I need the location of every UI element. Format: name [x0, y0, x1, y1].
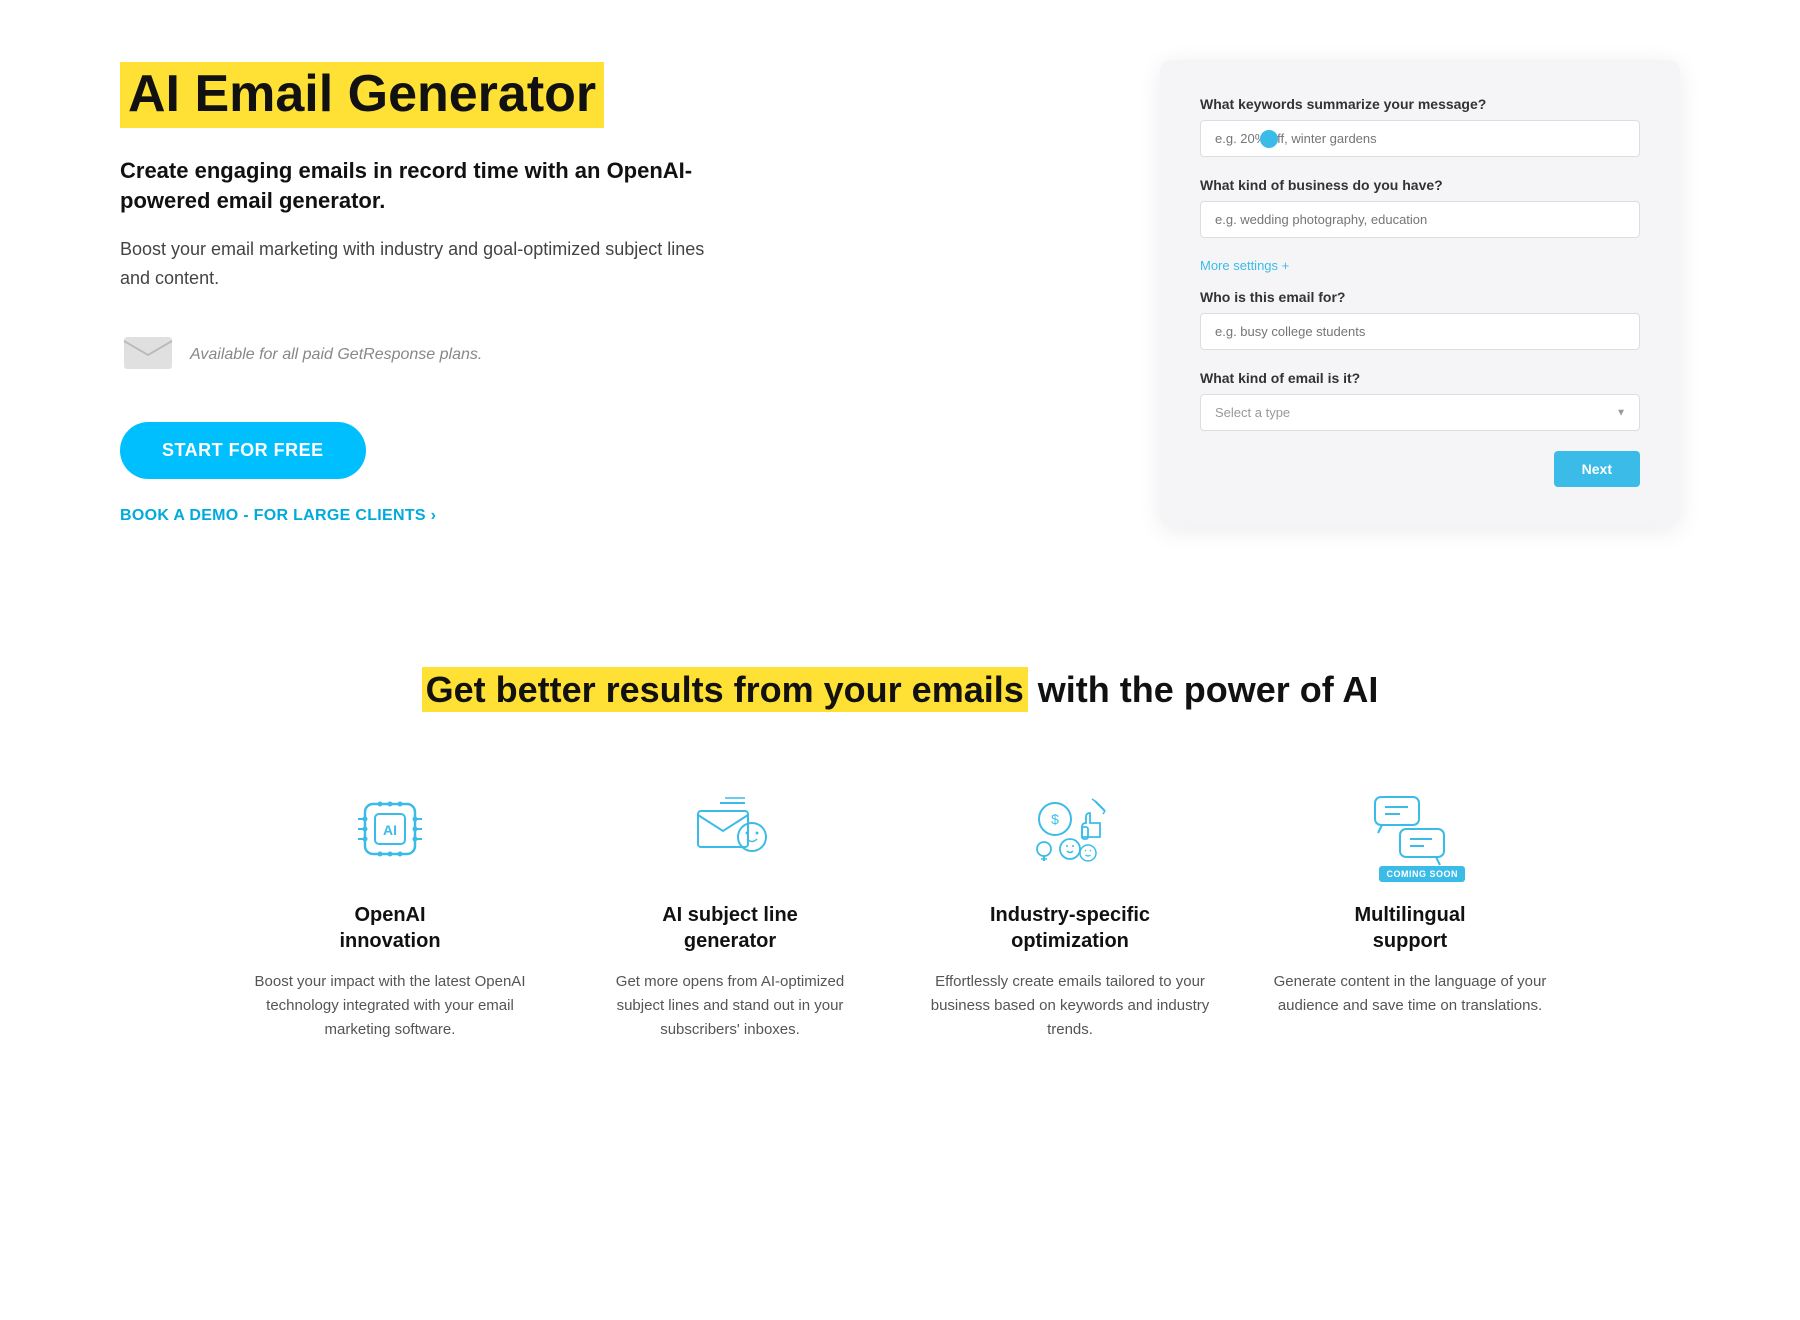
feature-card-openai: AI — [250, 784, 530, 1042]
email-icon — [120, 325, 176, 386]
multilingual-feature-title: Multilingualsupport — [1270, 902, 1550, 954]
hero-section: AI Email Generator Create engaging email… — [0, 0, 1800, 587]
industry-feature-title: Industry-specificoptimization — [930, 902, 1210, 954]
feature-card-subject-line: AI subject linegenerator Get more opens … — [590, 784, 870, 1042]
book-demo-link[interactable]: BOOK A DEMO - FOR LARGE CLIENTS › — [120, 507, 720, 525]
features-grid: AI — [120, 784, 1680, 1042]
business-label: What kind of business do you have? — [1200, 177, 1640, 193]
features-heading-part2: with the power of AI — [1038, 669, 1379, 710]
features-section: Get better results from your emails with… — [0, 587, 1800, 1122]
coming-soon-badge: COMING SOON — [1379, 866, 1465, 882]
feature-card-industry: $ — [930, 784, 1210, 1042]
email-type-field: What kind of email is it? Select a type — [1200, 370, 1640, 431]
subject-line-feature-title: AI subject linegenerator — [590, 902, 870, 954]
email-type-select-wrapper: Select a type — [1200, 394, 1640, 431]
business-field: What kind of business do you have? — [1200, 177, 1640, 238]
features-heading-highlight: Get better results from your emails — [422, 667, 1028, 712]
audience-label: Who is this email for? — [1200, 289, 1640, 305]
openai-feature-desc: Boost your impact with the latest OpenAI… — [250, 970, 530, 1042]
hero-badge-text: Available for all paid GetResponse plans… — [190, 346, 482, 364]
hero-left: AI Email Generator Create engaging email… — [120, 62, 720, 524]
more-settings-link[interactable]: More settings + — [1200, 258, 1640, 273]
features-heading: Get better results from your emails with… — [120, 667, 1680, 714]
multilingual-icon: COMING SOON — [1365, 784, 1455, 874]
hero-right: What keywords summarize your message? Wh… — [1160, 60, 1680, 527]
feature-card-multilingual: COMING SOON Multilingualsupport Generate… — [1270, 784, 1550, 1042]
industry-icon: $ — [1025, 784, 1115, 874]
hero-title-wrapper: AI Email Generator — [120, 62, 604, 127]
svg-text:AI: AI — [383, 822, 397, 838]
openai-feature-title: OpenAIinnovation — [250, 902, 530, 954]
next-button[interactable]: Next — [1554, 451, 1640, 487]
subject-line-icon — [685, 784, 775, 874]
form-footer: Next — [1200, 451, 1640, 487]
hero-description: Boost your email marketing with industry… — [120, 235, 720, 293]
hero-subtitle: Create engaging emails in record time wi… — [120, 156, 720, 218]
multilingual-feature-desc: Generate content in the language of your… — [1270, 970, 1550, 1018]
page-wrapper: AI Email Generator Create engaging email… — [0, 0, 1800, 1122]
start-for-free-button[interactable]: START FOR FREE — [120, 422, 366, 479]
subject-line-feature-desc: Get more opens from AI-optimized subject… — [590, 970, 870, 1042]
business-input[interactable] — [1200, 201, 1640, 238]
form-preview: What keywords summarize your message? Wh… — [1160, 60, 1680, 527]
keywords-input-wrapper — [1200, 120, 1640, 157]
hero-title: AI Email Generator — [128, 66, 596, 123]
keywords-label: What keywords summarize your message? — [1200, 96, 1640, 112]
email-type-select[interactable]: Select a type — [1200, 394, 1640, 431]
email-type-label: What kind of email is it? — [1200, 370, 1640, 386]
audience-input[interactable] — [1200, 313, 1640, 350]
openai-icon: AI — [345, 784, 435, 874]
hero-badge: Available for all paid GetResponse plans… — [120, 325, 720, 386]
svg-text:$: $ — [1051, 811, 1059, 827]
dot-indicator — [1260, 130, 1278, 148]
keywords-field: What keywords summarize your message? — [1200, 96, 1640, 157]
industry-feature-desc: Effortlessly create emails tailored to y… — [930, 970, 1210, 1042]
audience-field: Who is this email for? — [1200, 289, 1640, 350]
